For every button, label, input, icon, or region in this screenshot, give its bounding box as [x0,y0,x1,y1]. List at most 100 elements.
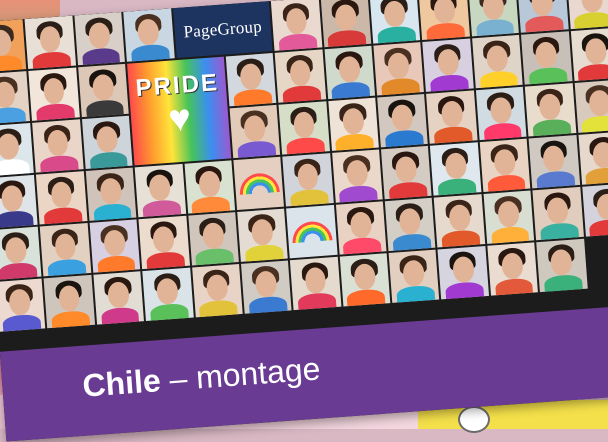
participant-photo [581,183,608,237]
person-shirt [92,202,132,221]
person-shirt [426,21,466,41]
person-shirt [589,218,608,237]
participant-photo [369,0,421,44]
person-shirt [289,188,329,207]
person-shirt [130,43,170,62]
person-shirt [43,206,83,225]
participant-photo [0,278,46,332]
participant-photo [77,63,129,118]
participant-photo [521,31,573,85]
person-shirt [89,150,129,170]
participant-photo [282,153,334,207]
person-shirt [437,177,477,196]
participant-photo [483,190,535,244]
person-shirt [445,281,485,300]
heart-hands-icon: ♥ [167,97,193,141]
person-shirt [286,136,326,155]
participant-photo [324,45,376,100]
participant-photo [191,264,243,318]
participant-photo [0,122,35,177]
participant-photo [229,104,281,159]
person-face [482,0,505,21]
participant-photo [134,163,186,218]
participant-photo [0,226,42,280]
person-face [531,0,554,17]
participant-photo [570,27,608,82]
person-shirt [339,184,379,203]
person-shirt [149,302,189,322]
person-shirt [536,170,576,189]
participant-photo [89,219,141,273]
caption-separator: – [168,360,189,398]
participant-photo [74,11,126,66]
participant-photo [40,223,92,277]
person-face [432,0,456,25]
person-shirt [528,66,568,85]
participant-photo [271,0,323,51]
participant-photo [373,42,425,96]
person-shirt [395,284,436,303]
person-shirt [278,32,318,51]
caption-country: Chile [81,362,162,404]
person-shirt [490,225,530,244]
participant-photo [566,0,608,30]
person-shirt [430,73,470,92]
participant-photo [525,83,576,137]
participant-photo [471,34,523,89]
person-shirt [585,166,608,185]
participant-photo [0,19,27,73]
person-shirt [475,18,515,37]
person-shirt [145,251,186,270]
participant-photo [0,71,31,125]
person-shirt [342,236,383,255]
person-face [444,152,467,180]
participant-photo [422,38,474,92]
person-shirt [376,25,417,44]
participant-photo [434,194,486,248]
participant-photo [339,253,391,307]
participant-photo [430,142,482,196]
person-shirt [35,102,76,121]
participant-photo [36,171,88,225]
participant-photo [487,242,539,296]
pagegroup-logo-tile: PageGroup [172,1,273,59]
participant-photo [237,208,289,262]
participant-photo [426,90,478,144]
participant-photo [233,156,285,211]
person-shirt [195,247,235,266]
person-face [591,141,608,169]
participant-photo [517,0,569,33]
participant-photo [184,160,236,214]
person-shirt [573,11,608,30]
person-shirt [236,140,276,159]
person-shirt [577,62,608,82]
pagegroup-logo: PageGroup [182,16,263,42]
person-shirt [191,195,231,214]
participant-photo [536,238,588,293]
participant-photo [274,49,326,103]
participant-photo [142,267,194,322]
person-shirt [1,313,42,332]
photo-grid: PageGroup PRIDE ♥ [0,0,608,362]
participant-photo [138,215,190,270]
person-shirt [581,114,608,133]
person-shirt [96,254,136,273]
participant-photo [286,204,338,259]
rainbow-icon [291,220,333,244]
participant-photo [418,0,470,41]
person-shirt [51,310,91,329]
person-shirt [384,129,424,148]
participant-photo [225,52,277,107]
person-shirt [433,125,473,144]
person-shirt [32,50,72,69]
person-shirt [346,288,386,307]
person-shirt [0,210,34,229]
participant-photo [32,119,84,173]
person-shirt [233,88,273,107]
person-shirt [142,199,182,218]
person-face [205,274,229,302]
participant-photo [468,0,520,37]
person-shirt [47,258,87,277]
participant-photo [578,131,608,185]
person-shirt [39,154,79,173]
